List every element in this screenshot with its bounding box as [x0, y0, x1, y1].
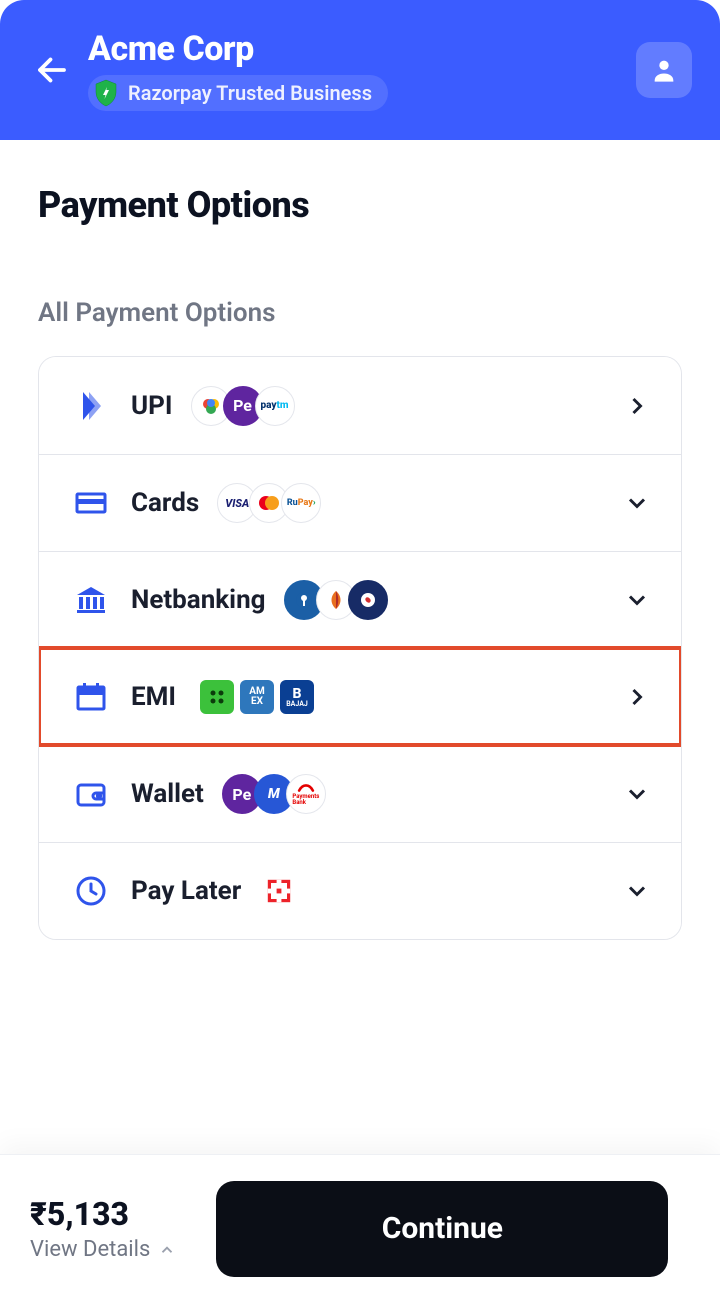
- account-button[interactable]: [636, 42, 692, 98]
- option-paylater[interactable]: Pay Later: [39, 842, 681, 939]
- option-netbanking[interactable]: Netbanking: [39, 551, 681, 648]
- option-emi[interactable]: EMI AMEX BBAJAJ: [39, 648, 681, 745]
- shield-icon: [94, 79, 118, 107]
- card-providers: VISA RuPay›: [217, 483, 321, 523]
- merchant-name: Acme Corp: [88, 29, 636, 69]
- card-icon: [73, 485, 109, 521]
- wallet-icon: [73, 776, 109, 812]
- back-button[interactable]: [28, 46, 76, 94]
- page-title: Payment Options: [38, 184, 682, 226]
- payment-options-list: UPI Pe paytm Cards VISA RuPay›: [38, 356, 682, 940]
- option-wallet[interactable]: Wallet Pe M PaymentsBank: [39, 745, 681, 842]
- continue-label: Continue: [382, 1211, 503, 1246]
- option-label: Wallet: [131, 779, 204, 809]
- option-upi[interactable]: UPI Pe paytm: [39, 357, 681, 454]
- checkout-header: Acme Corp Razorpay Trusted Business: [0, 0, 720, 140]
- chevron-down-icon: [623, 586, 651, 614]
- chevron-down-icon: [623, 877, 651, 905]
- merchant-block: Acme Corp Razorpay Trusted Business: [88, 29, 636, 111]
- trusted-badge: Razorpay Trusted Business: [88, 75, 388, 111]
- hdfc-square-icon: [259, 871, 299, 911]
- paylater-providers: [259, 871, 299, 911]
- upi-providers: Pe paytm: [191, 386, 295, 426]
- hdfc-icon-alt: [348, 580, 388, 620]
- section-title: All Payment Options: [38, 298, 682, 328]
- amex-icon: AMEX: [240, 680, 274, 714]
- zest-icon: [200, 680, 234, 714]
- chevron-down-icon: [623, 780, 651, 808]
- chevron-right-icon: [623, 392, 651, 420]
- option-label: Netbanking: [131, 585, 266, 615]
- person-icon: [650, 56, 678, 84]
- option-cards[interactable]: Cards VISA RuPay›: [39, 454, 681, 551]
- trusted-label: Razorpay Trusted Business: [128, 81, 372, 105]
- arrow-left-icon: [34, 52, 70, 88]
- amount-block: ₹5,133 View Details: [30, 1195, 176, 1262]
- emi-providers: AMEX BBAJAJ: [194, 680, 314, 714]
- upi-icon: [73, 388, 109, 424]
- chevron-down-icon: [623, 489, 651, 517]
- amount: ₹5,133: [30, 1195, 176, 1233]
- option-label: UPI: [131, 391, 173, 421]
- rupay-icon: RuPay›: [281, 483, 321, 523]
- paytm-icon: paytm: [255, 386, 295, 426]
- clock-icon: [73, 873, 109, 909]
- option-label: Pay Later: [131, 876, 241, 906]
- netbanking-providers: [284, 580, 388, 620]
- bajaj-icon: BBAJAJ: [280, 680, 314, 714]
- calendar-icon: [73, 679, 109, 715]
- airtel-icon: PaymentsBank: [286, 774, 326, 814]
- checkout-footer: ₹5,133 View Details Continue: [0, 1154, 720, 1302]
- chevron-right-icon: [623, 683, 651, 711]
- view-details-label: View Details: [30, 1237, 150, 1262]
- option-label: EMI: [131, 682, 176, 712]
- chevron-up-icon: [158, 1241, 176, 1259]
- view-details-button[interactable]: View Details: [30, 1237, 176, 1262]
- wallet-providers: Pe M PaymentsBank: [222, 774, 326, 814]
- bank-icon: [73, 582, 109, 618]
- checkout-body: Payment Options All Payment Options UPI …: [0, 140, 720, 940]
- option-label: Cards: [131, 488, 199, 518]
- continue-button[interactable]: Continue: [216, 1181, 668, 1277]
